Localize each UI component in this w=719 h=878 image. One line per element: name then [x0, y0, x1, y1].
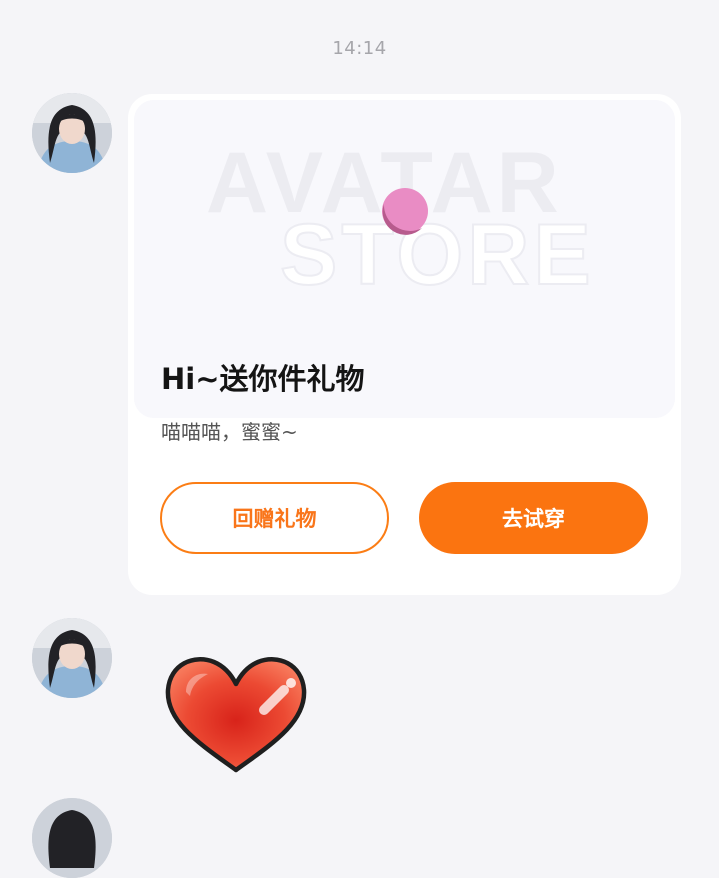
sender-avatar[interactable]	[32, 798, 112, 878]
avatar-image	[32, 798, 112, 878]
sender-avatar[interactable]	[32, 618, 112, 698]
avatar-image	[32, 618, 112, 698]
gift-card[interactable]: AVATAR STORE Hi~送你件礼物 喵喵喵，蜜蜜~ 回赠礼物 去试穿	[128, 94, 681, 595]
gift-title: Hi~送你件礼物	[161, 362, 365, 396]
return-gift-button[interactable]: 回赠礼物	[160, 482, 389, 554]
timestamp: 14:14	[332, 38, 387, 59]
sender-avatar[interactable]	[32, 93, 112, 173]
gift-message: 喵喵喵，蜜蜜~	[161, 420, 298, 444]
banner-watermark-bottom: STORE	[280, 207, 595, 303]
heart-sticker-icon[interactable]	[160, 652, 312, 776]
avatar-image	[32, 93, 112, 173]
try-on-button[interactable]: 去试穿	[419, 482, 648, 554]
